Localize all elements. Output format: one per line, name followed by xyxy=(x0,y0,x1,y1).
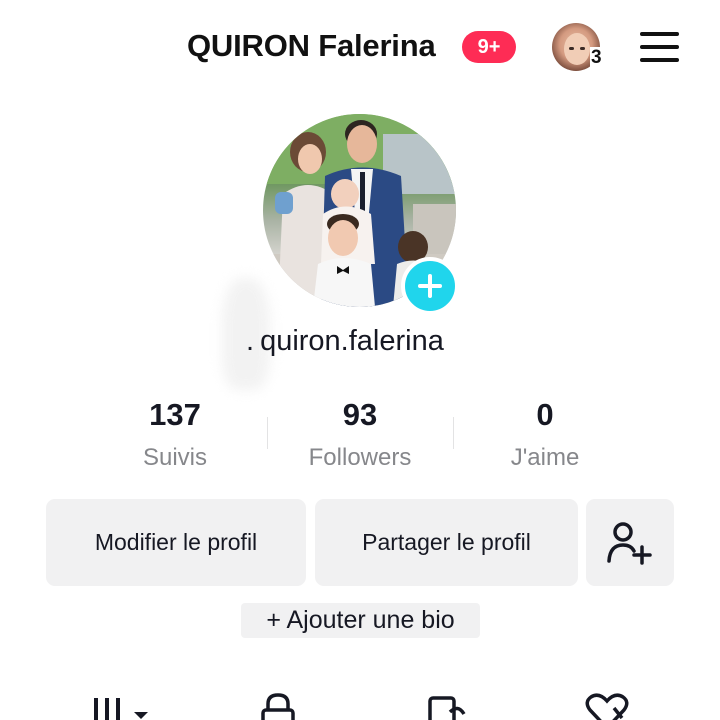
stat-followers-value: 93 xyxy=(342,397,378,432)
avatar-face xyxy=(564,33,590,65)
add-friend-button[interactable] xyxy=(586,499,674,586)
add-photo-plus-icon[interactable] xyxy=(401,257,459,315)
tab-reposts[interactable] xyxy=(424,688,468,720)
tab-videos[interactable] xyxy=(92,688,152,720)
stat-followers[interactable]: 93 Followers xyxy=(265,395,455,478)
profile-handle: . quiron.falerina xyxy=(246,325,444,357)
avatar-eye xyxy=(580,47,585,50)
content-tabs xyxy=(0,688,720,720)
profile-stats: 137 Suivis 93 Followers 0 J'aime xyxy=(80,395,640,475)
stat-likes[interactable]: 0 J'aime xyxy=(450,395,640,478)
hamburger-menu-icon[interactable] xyxy=(640,32,679,62)
stat-following-value: 137 xyxy=(149,397,201,432)
tab-liked[interactable] xyxy=(584,688,630,720)
grid-icon xyxy=(94,698,148,720)
add-bio-button[interactable]: + Ajouter une bio xyxy=(241,603,480,638)
liked-heart-icon xyxy=(585,693,629,720)
stat-likes-value: 0 xyxy=(536,397,554,432)
lock-icon xyxy=(261,693,295,720)
profile-header: QUIRON Falerina 9+ 3 xyxy=(0,0,720,96)
repost-icon xyxy=(428,696,466,720)
profile-handle-text: quiron.falerina xyxy=(260,325,444,357)
stat-likes-label: J'aime xyxy=(510,444,580,471)
share-profile-button[interactable]: Partager le profil xyxy=(315,499,578,586)
avatar-eye xyxy=(569,47,574,50)
add-user-icon xyxy=(607,521,652,565)
profile-name-title[interactable]: QUIRON Falerina xyxy=(187,28,436,64)
account-count: 3 xyxy=(590,47,603,69)
tab-private[interactable] xyxy=(258,688,298,720)
stat-following[interactable]: 137 Suivis xyxy=(80,395,270,478)
edit-profile-button[interactable]: Modifier le profil xyxy=(46,499,306,586)
stat-followers-label: Followers xyxy=(308,444,412,471)
notification-badge[interactable]: 9+ xyxy=(462,31,516,63)
stat-following-label: Suivis xyxy=(142,444,208,471)
